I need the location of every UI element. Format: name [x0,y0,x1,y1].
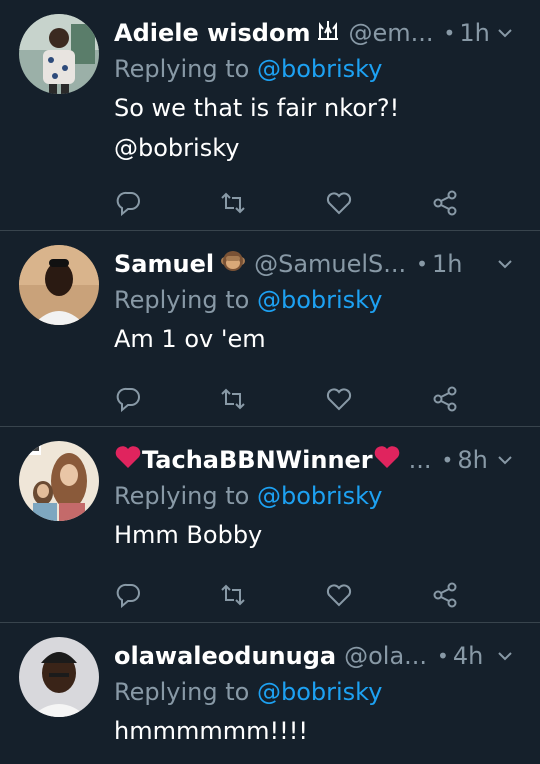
replying-to: Replying to @bobrisky [114,50,530,88]
text-line: @bobrisky [114,134,240,162]
share-icon[interactable] [430,580,460,610]
text-line: Hmm Bobby [114,521,263,549]
share-icon[interactable] [430,188,460,218]
retweet-icon[interactable] [218,188,248,218]
timestamp[interactable]: 1h [459,19,489,47]
avatar[interactable] [19,245,99,325]
user-handle[interactable]: @ola... [344,642,427,670]
avatar[interactable] [19,637,99,717]
replying-to: Replying to @bobrisky [114,477,530,515]
avatar-image [19,245,99,325]
user-handle[interactable]: @em... [348,19,433,47]
monkey-emoji-icon [220,248,246,280]
replying-label: Replying to [114,482,250,510]
avatar[interactable] [19,441,99,521]
red-heart-icon [373,445,401,475]
replying-to: Replying to @bobrisky [114,673,530,711]
chevron-down-icon[interactable] [494,645,516,667]
tweet-body: Samuel @SamuelS... • 1h Replying to @bob… [114,247,530,359]
replying-label: Replying to [114,678,250,706]
tweet-body: TachaBBNWinner ... • 8h Replying to @bob… [114,443,530,555]
mention-link[interactable]: @bobrisky [257,55,382,83]
separator-dot: • [416,252,428,276]
tweet-header: TachaBBNWinner ... • 8h [114,443,530,477]
text-line: hmmmmmm!!!! [114,717,308,745]
red-heart-icon [114,445,142,475]
chevron-down-icon[interactable] [494,449,516,471]
tweet-text: Am 1 ov 'em [114,319,530,359]
action-bar [114,188,474,218]
display-name[interactable]: TachaBBNWinner [142,446,373,474]
tweet[interactable]: Adiele wisdom @em... • 1h Replying to @b… [0,0,540,231]
tweet[interactable]: Samuel @SamuelS... • 1h Replying to @bob… [0,231,540,427]
chevron-down-icon[interactable] [494,22,516,44]
separator-dot: • [441,448,454,472]
retweet-icon[interactable] [218,384,248,414]
tweet-text: So we that is fair nkor?! @bobrisky [114,88,530,168]
tweet-header: olawaleodunuga @ola... • 4h [114,639,530,673]
reply-icon[interactable] [114,580,144,610]
tweet-header: Samuel @SamuelS... • 1h [114,247,530,281]
reply-icon[interactable] [114,188,144,218]
avatar-image [19,14,99,94]
replying-label: Replying to [114,55,250,83]
mention-link[interactable]: @bobrisky [257,678,382,706]
action-bar [114,384,474,414]
display-name[interactable]: Samuel [114,250,214,278]
like-icon[interactable] [324,188,354,218]
user-handle[interactable]: ... [409,446,432,474]
timestamp[interactable]: 1h [432,250,462,278]
replying-label: Replying to [114,286,250,314]
retweet-icon[interactable] [218,580,248,610]
replying-to: Replying to @bobrisky [114,281,530,319]
trident-icon [316,19,340,47]
action-bar [114,580,474,610]
like-icon[interactable] [324,384,354,414]
timestamp[interactable]: 4h [453,642,483,670]
separator-dot: • [443,21,456,45]
timestamp[interactable]: 8h [457,446,487,474]
reply-icon[interactable] [114,384,144,414]
display-name[interactable]: Adiele wisdom [114,19,310,47]
mention-link[interactable]: @bobrisky [257,482,382,510]
display-name[interactable]: olawaleodunuga [114,642,336,670]
tweet-text: hmmmmmm!!!! [114,711,530,751]
avatar-image [19,441,99,521]
chevron-down-icon[interactable] [494,253,516,275]
text-line: So we that is fair nkor?! [114,94,400,122]
like-icon[interactable] [324,580,354,610]
tweet[interactable]: TachaBBNWinner ... • 8h Replying to @bob… [0,427,540,623]
tweet-header: Adiele wisdom @em... • 1h [114,16,530,50]
tweet-text: Hmm Bobby [114,515,530,555]
tweet[interactable]: olawaleodunuga @ola... • 4h Replying to … [0,623,540,764]
avatar-image [19,637,99,717]
share-icon[interactable] [430,384,460,414]
avatar[interactable] [19,14,99,94]
tweet-body: olawaleodunuga @ola... • 4h Replying to … [114,639,530,751]
separator-dot: • [437,644,449,668]
reply-feed: Adiele wisdom @em... • 1h Replying to @b… [0,0,540,764]
mention-link[interactable]: @bobrisky [257,286,382,314]
tweet-body: Adiele wisdom @em... • 1h Replying to @b… [114,16,530,168]
text-line: Am 1 ov 'em [114,325,266,353]
user-handle[interactable]: @SamuelS... [254,250,406,278]
